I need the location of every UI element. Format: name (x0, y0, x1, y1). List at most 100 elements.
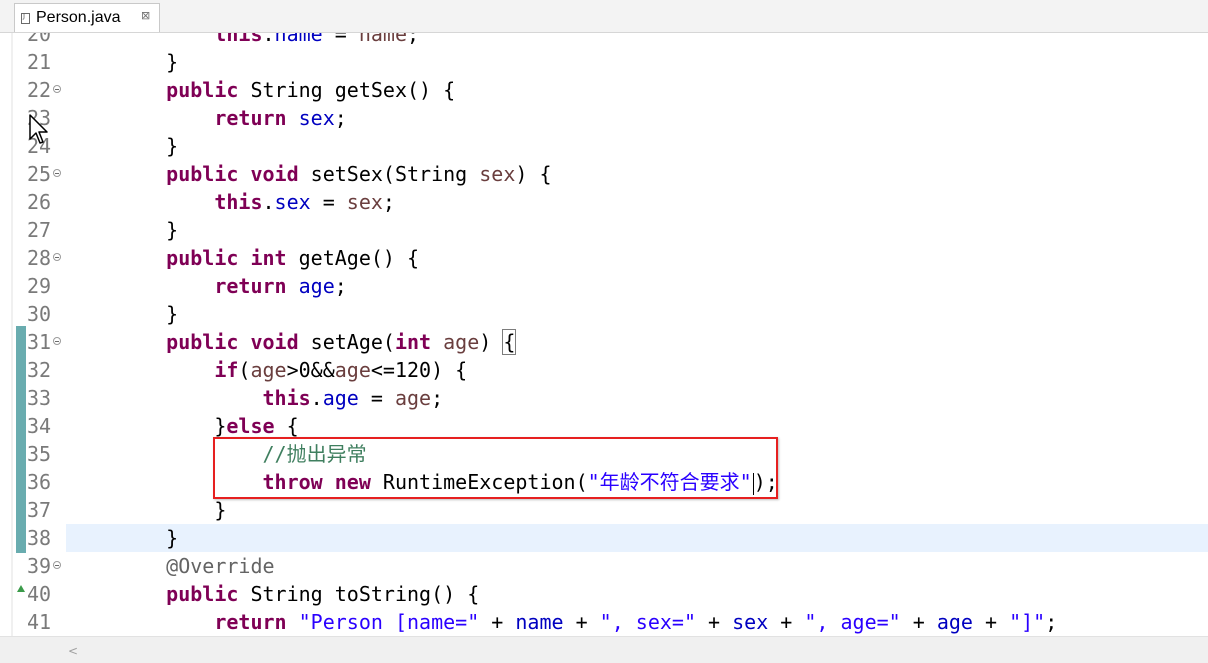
code-token: this (262, 386, 311, 410)
code-text: } (118, 300, 178, 328)
code-token: ) { (515, 162, 552, 186)
line-number: 29 (27, 274, 52, 298)
java-file-icon (21, 12, 30, 24)
code-line-40[interactable]: 40 public String toString() { (0, 580, 1208, 608)
line-number: 34 (27, 414, 52, 438)
close-icon[interactable]: ⊠ (141, 9, 150, 22)
code-line-39[interactable]: 39 @Override (0, 552, 1208, 580)
code-token: this (214, 33, 263, 46)
code-line-22[interactable]: 22 public String getSex() { (0, 76, 1208, 104)
code-token: return (214, 610, 287, 634)
code-token: this (214, 190, 263, 214)
line-number: 20 (27, 33, 52, 46)
line-number: 38 (27, 526, 52, 550)
code-line-41[interactable]: 41 return "Person [name=" + name + ", se… (0, 608, 1208, 636)
code-token: + (563, 610, 600, 634)
code-token: age (298, 274, 335, 298)
code-line-30[interactable]: 30 } (0, 300, 1208, 328)
code-line-26[interactable]: 26 this.sex = sex; (0, 188, 1208, 216)
code-text: return age; (118, 272, 347, 300)
code-line-31[interactable]: 31 public void setAge(int age) { (0, 328, 1208, 356)
code-token: ; (407, 33, 420, 46)
code-line-23[interactable]: 23 return sex; (0, 104, 1208, 132)
code-token: name (515, 610, 564, 634)
code-token: } (118, 50, 179, 74)
code-line-24[interactable]: 24 } (0, 132, 1208, 160)
code-token: ; (1045, 610, 1058, 634)
editor-tab-bar: Person.java ⊠ (0, 0, 1208, 33)
code-text: this.age = age; (118, 384, 444, 412)
code-token: + (696, 610, 733, 634)
code-text: public String getSex() { (118, 76, 455, 104)
code-token: void (250, 330, 299, 354)
code-token: + (900, 610, 937, 634)
line-number: 35 (27, 442, 52, 466)
code-token: = (310, 190, 347, 214)
fold-minus-icon[interactable] (53, 337, 61, 345)
tab-person-java[interactable]: Person.java ⊠ (14, 3, 160, 32)
code-text: } (118, 216, 178, 244)
code-token: sex (479, 162, 516, 186)
line-number: 37 (27, 498, 52, 522)
code-line-32[interactable]: 32 if(age>0&&age<=120) { (0, 356, 1208, 384)
code-line-34[interactable]: 34 }else { (0, 412, 1208, 440)
code-token: } (118, 302, 179, 326)
code-token: @Override (166, 554, 275, 578)
line-number: 41 (27, 610, 52, 634)
code-token: getAge() { (286, 246, 420, 270)
code-line-27[interactable]: 27 } (0, 216, 1208, 244)
code-token: name (358, 33, 408, 46)
code-token: = (322, 33, 359, 46)
fold-minus-icon[interactable] (53, 561, 61, 569)
code-line-28[interactable]: 28 public int getAge() { (0, 244, 1208, 272)
code-text: @Override (118, 552, 275, 580)
code-token: public (166, 246, 239, 270)
code-line-37[interactable]: 37 } (0, 496, 1208, 524)
code-token: age (250, 358, 287, 382)
code-line-38[interactable]: 38 } (0, 524, 1208, 552)
code-token: sex (732, 610, 769, 634)
horizontal-scrollbar[interactable]: < (0, 636, 1208, 663)
fold-minus-icon[interactable] (53, 169, 61, 177)
code-line-29[interactable]: 29 return age; (0, 272, 1208, 300)
code-text: } (118, 496, 226, 524)
code-line-33[interactable]: 33 this.age = age; (0, 384, 1208, 412)
code-token: age (443, 330, 480, 354)
code-text: if(age>0&&age<=120) { (118, 356, 467, 384)
code-editor[interactable]: 20 this.name = name; 21 } 22 public String… (0, 33, 1208, 636)
code-token: return (214, 274, 287, 298)
code-token: ", sex=" (599, 610, 696, 634)
code-text: } (118, 48, 178, 76)
code-line-21[interactable]: 21 } (0, 48, 1208, 76)
code-line-20[interactable]: 20 this.name = name; (0, 33, 1208, 48)
code-token: setSex(String (298, 162, 480, 186)
code-line-25[interactable]: 25 public void setSex(String sex) { (0, 160, 1208, 188)
line-number: 26 (27, 190, 52, 214)
code-token: int (394, 330, 432, 354)
line-number: 30 (27, 302, 52, 326)
scroll-left-icon[interactable]: < (68, 644, 78, 658)
fold-minus-icon[interactable] (53, 85, 61, 93)
fold-minus-icon[interactable] (53, 253, 61, 261)
code-text: public void setAge(int age) { (118, 328, 517, 356)
code-token: ; (334, 274, 347, 298)
code-token: sex (346, 190, 383, 214)
code-token: + (972, 610, 1010, 634)
annotation-highlight-box (213, 437, 778, 499)
code-token: public (166, 78, 239, 102)
line-number: 32 (27, 358, 52, 382)
code-token: } (118, 526, 179, 550)
